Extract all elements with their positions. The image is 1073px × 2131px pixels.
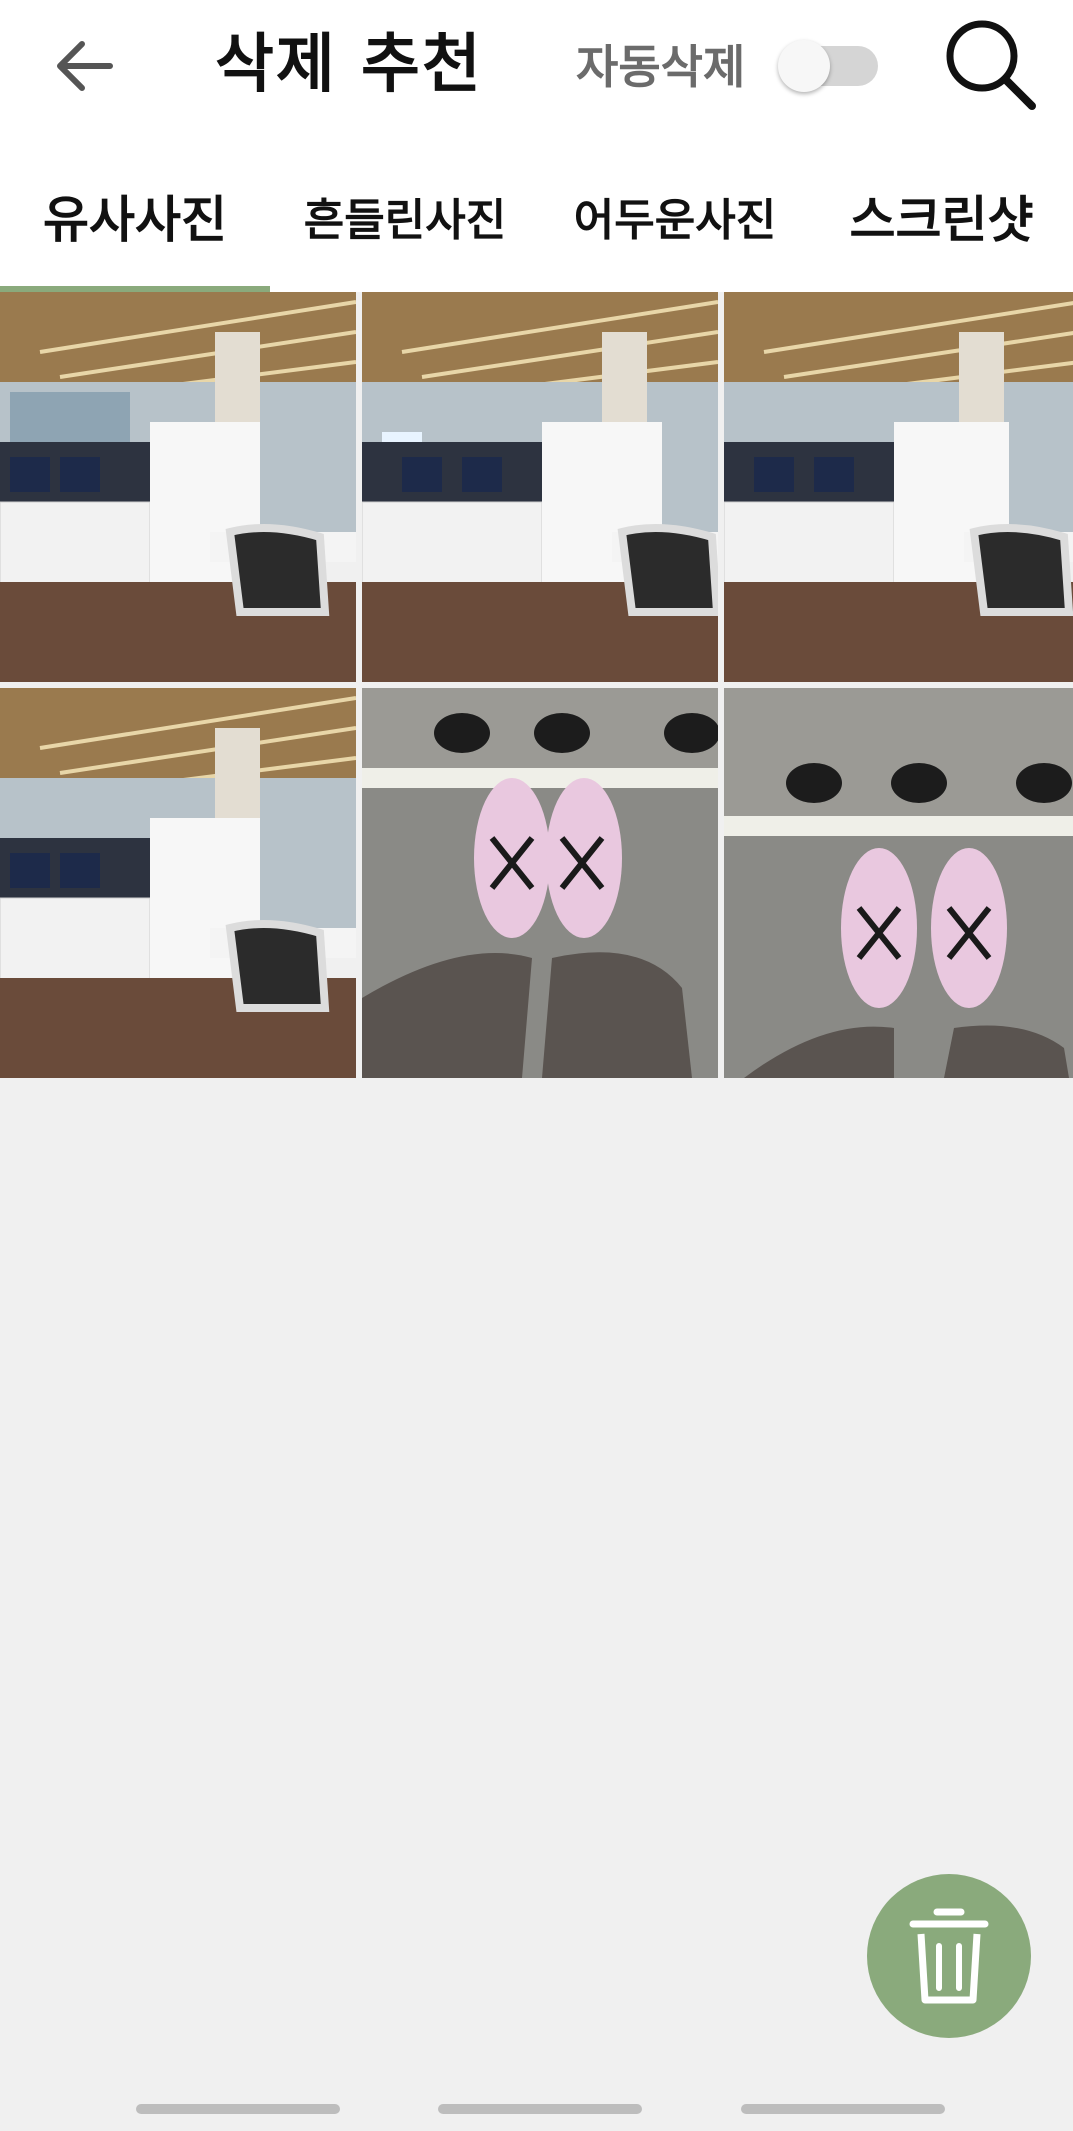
- auto-delete-label: 자동삭제: [576, 40, 746, 94]
- top-app-bar: 삭제 추천 자동삭제: [0, 0, 1073, 140]
- tab-blurry[interactable]: 흔들린사진: [270, 140, 540, 292]
- photo-thumbnail[interactable]: [0, 688, 356, 1078]
- photo-grid: [0, 292, 1073, 1080]
- office-photo: [0, 688, 356, 1078]
- photo-thumbnail[interactable]: [0, 292, 356, 682]
- recent-apps-button[interactable]: [136, 2104, 340, 2114]
- photo-thumbnail[interactable]: [724, 688, 1073, 1078]
- tab-label: 어두운사진: [573, 195, 777, 246]
- tab-similar[interactable]: 유사사진: [0, 140, 270, 292]
- tab-dark[interactable]: 어두운사진: [540, 140, 810, 292]
- tab-label: 흔들린사진: [303, 195, 507, 246]
- photo-thumbnail[interactable]: [724, 292, 1073, 682]
- office-photo: [362, 292, 718, 682]
- arrow-left-icon: [57, 41, 113, 91]
- search-button[interactable]: [940, 14, 1040, 114]
- office-photo: [0, 292, 356, 682]
- search-icon: [946, 20, 1036, 110]
- toggle-knob: [778, 40, 830, 92]
- system-navigation-bar: [0, 2100, 1073, 2131]
- trash-icon: [909, 1908, 989, 2004]
- tab-label: 유사사진: [43, 191, 227, 249]
- photo-thumbnail[interactable]: [362, 688, 718, 1078]
- tab-label: 스크린샷: [849, 191, 1034, 249]
- page-title: 삭제 추천: [215, 28, 483, 102]
- tab-screenshot[interactable]: 스크린샷: [810, 140, 1073, 292]
- delete-button[interactable]: [867, 1874, 1031, 2038]
- category-tabs: 유사사진 흔들린사진 어두운사진 스크린샷: [0, 140, 1073, 292]
- sneakers-photo: [724, 688, 1073, 1078]
- auto-delete-toggle[interactable]: [778, 40, 878, 92]
- back-button[interactable]: [48, 30, 120, 102]
- sneakers-photo: [362, 688, 718, 1078]
- photo-thumbnail[interactable]: [362, 292, 718, 682]
- office-photo: [724, 292, 1073, 682]
- back-nav-button[interactable]: [741, 2104, 945, 2114]
- home-button[interactable]: [438, 2104, 642, 2114]
